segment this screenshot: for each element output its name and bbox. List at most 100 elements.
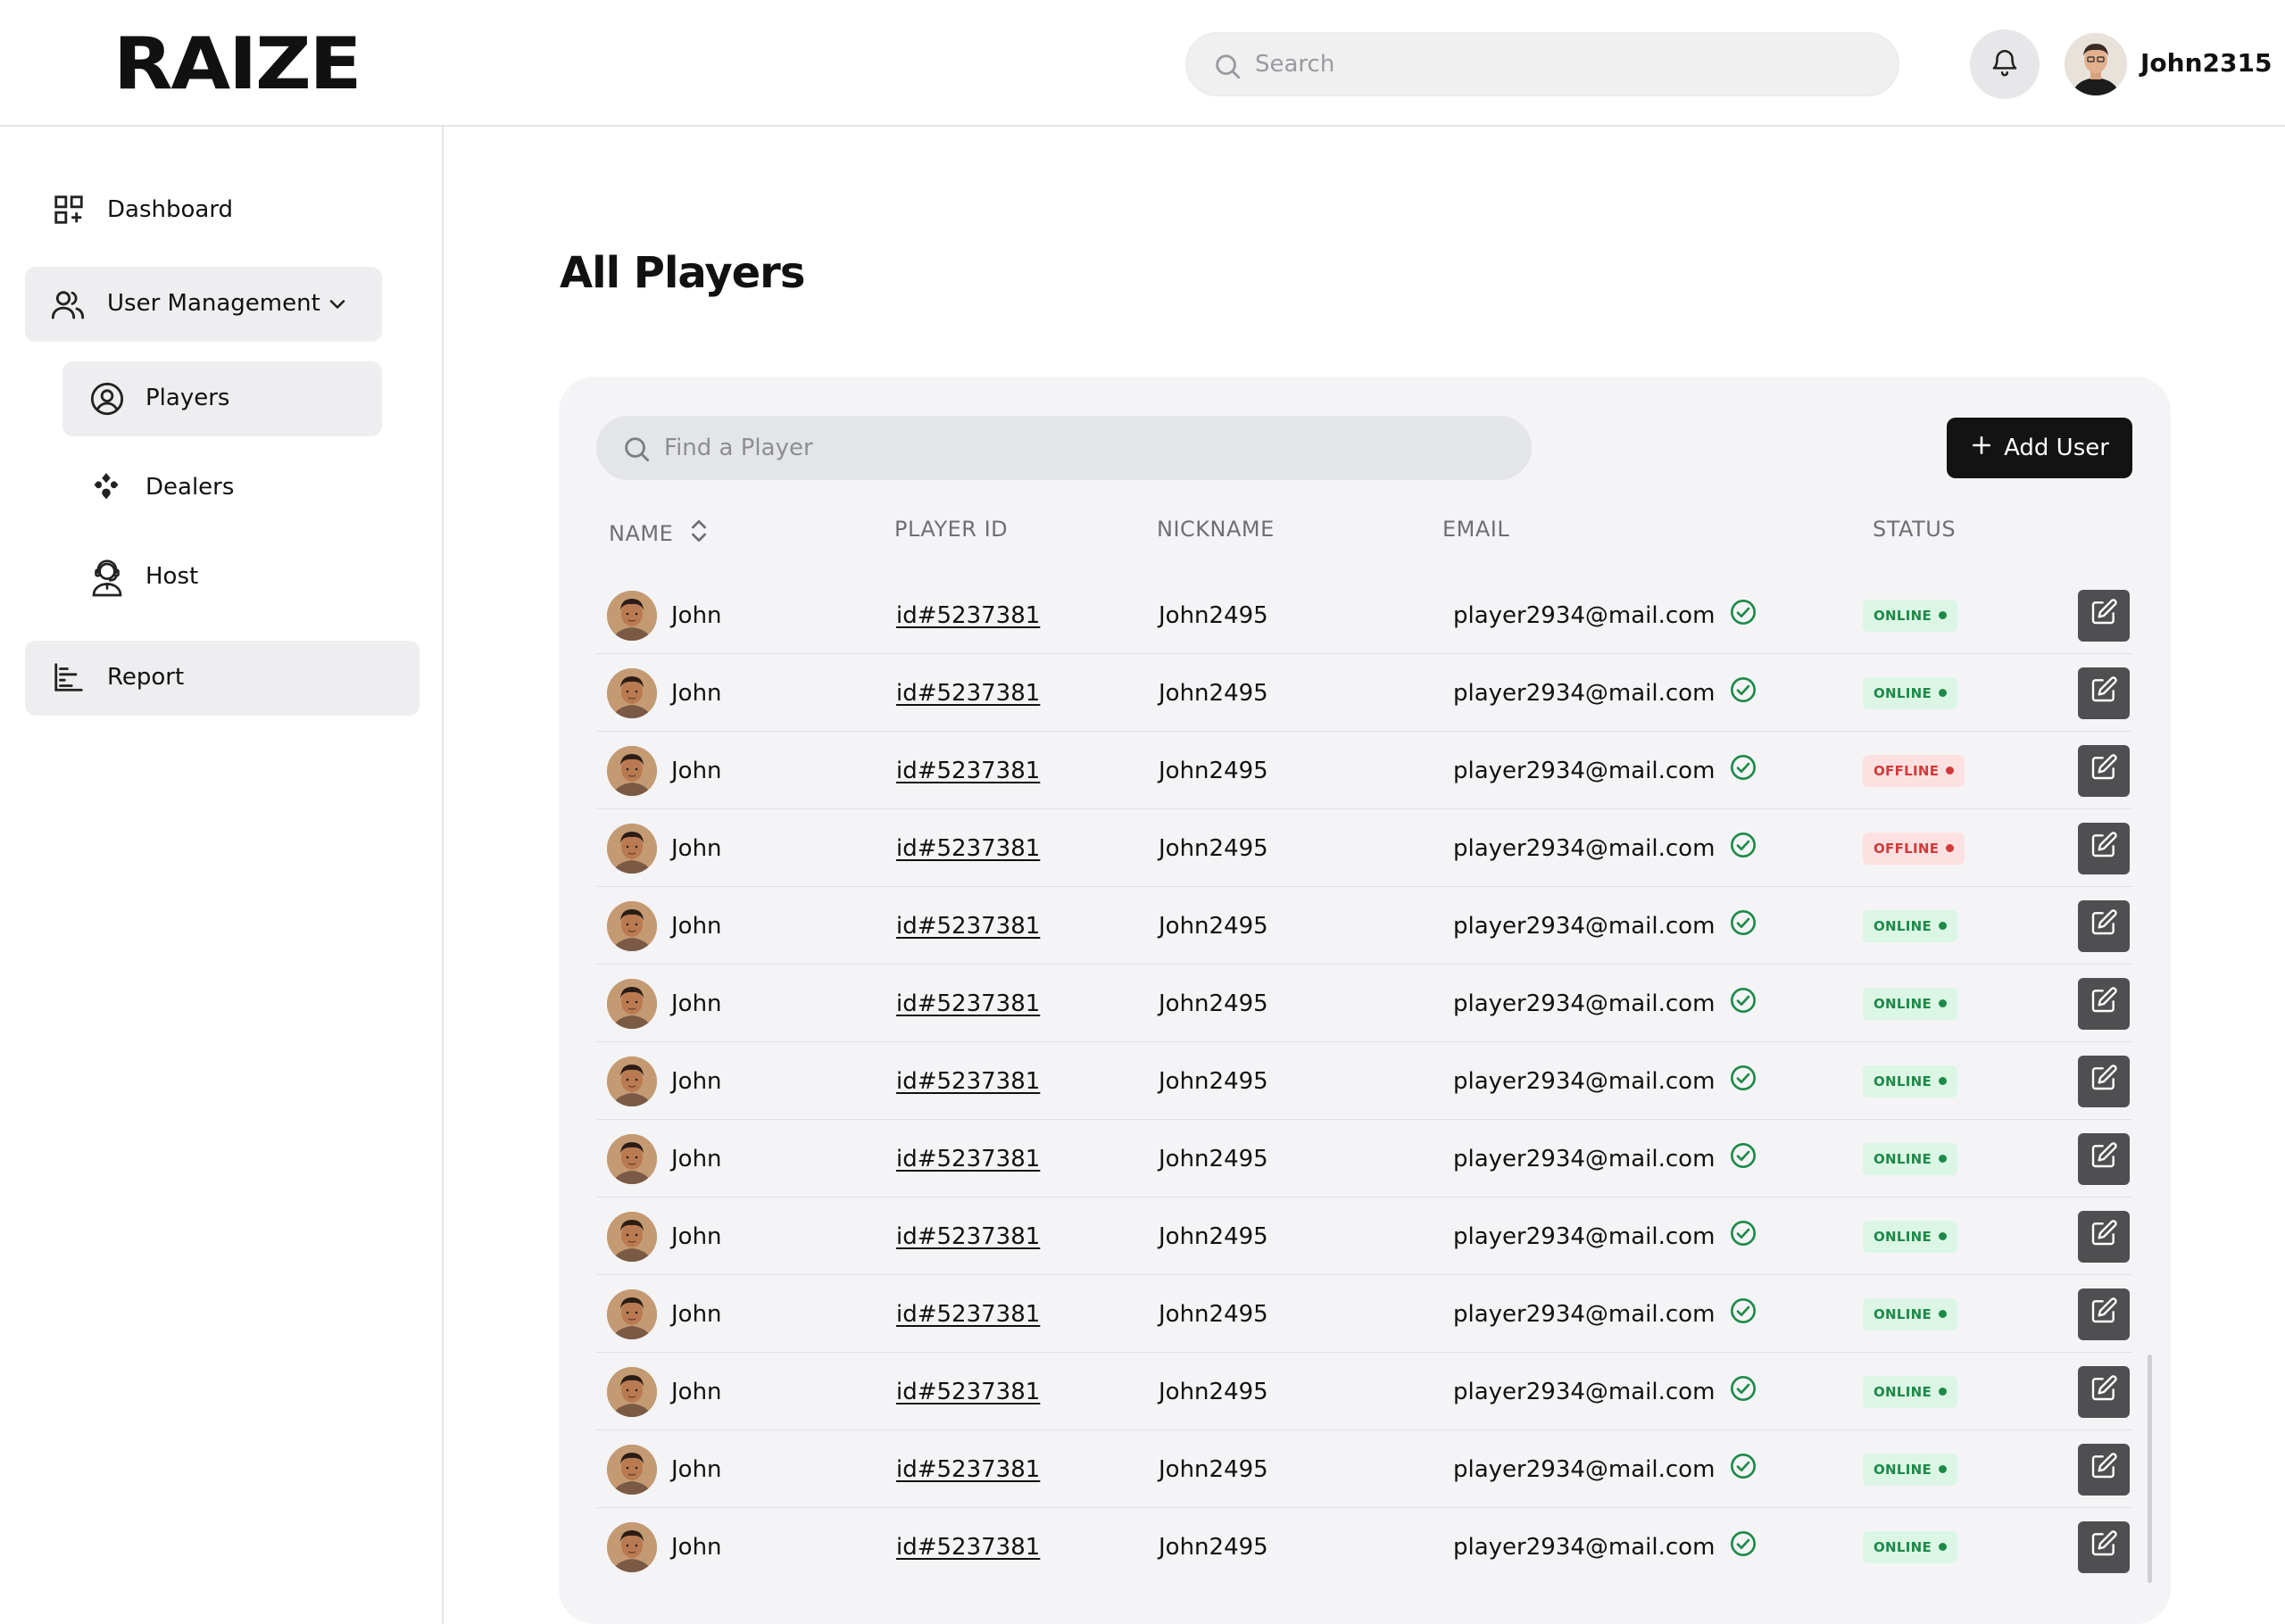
table-row[interactable]: John id#5237381 John2495 player2934@mail… xyxy=(596,1508,2132,1586)
player-name: John xyxy=(671,1145,722,1172)
status-label: ONLINE xyxy=(1874,1073,1932,1090)
raize-logo[interactable]: RAIZE xyxy=(113,29,362,100)
player-nickname: John2495 xyxy=(1159,1145,1268,1172)
sidebar-item-report[interactable]: Report xyxy=(25,641,420,716)
users-icon xyxy=(50,286,86,322)
player-id-link[interactable]: id#5237381 xyxy=(896,809,1040,887)
player-email: player2934@mail.com xyxy=(1453,1455,1716,1483)
table-row[interactable]: John id#5237381 John2495 player2934@mail… xyxy=(596,1042,2132,1120)
table-row[interactable]: John id#5237381 John2495 player2934@mail… xyxy=(596,1430,2132,1508)
edit-player-button[interactable] xyxy=(2078,1520,2130,1573)
status-badge: ONLINE xyxy=(1863,1220,1958,1253)
player-id-link[interactable]: id#5237381 xyxy=(896,732,1040,809)
table-row[interactable]: John id#5237381 John2495 player2934@mail… xyxy=(596,1197,2132,1275)
table-row[interactable]: John id#5237381 John2495 player2934@mail… xyxy=(596,654,2132,732)
sort-icon[interactable] xyxy=(689,517,709,551)
player-id-link[interactable]: id#5237381 xyxy=(896,1275,1040,1353)
status-badge: ONLINE xyxy=(1863,1453,1958,1486)
status-dot xyxy=(1939,611,1948,619)
table-row[interactable]: John id#5237381 John2495 player2934@mail… xyxy=(596,965,2132,1042)
username-label[interactable]: John2315 xyxy=(2140,48,2272,78)
edit-player-button[interactable] xyxy=(2078,977,2130,1030)
edit-player-button[interactable] xyxy=(2078,822,2130,874)
find-player-input[interactable] xyxy=(664,416,1503,480)
table-row[interactable]: John id#5237381 John2495 player2934@mail… xyxy=(596,732,2132,809)
player-avatar xyxy=(607,1211,657,1262)
edit-player-button[interactable] xyxy=(2078,589,2130,642)
column-header-name[interactable]: NAME xyxy=(609,517,709,551)
status-dot xyxy=(1939,1465,1948,1473)
report-icon xyxy=(52,660,86,694)
search-input[interactable] xyxy=(1255,34,1880,95)
player-id-link[interactable]: id#5237381 xyxy=(896,1430,1040,1508)
table-scrollbar[interactable] xyxy=(2148,1355,2152,1583)
sidebar-item-host[interactable]: Host xyxy=(62,540,382,615)
player-nickname: John2495 xyxy=(1159,757,1268,784)
player-id-link[interactable]: id#5237381 xyxy=(896,1120,1040,1197)
table-row[interactable]: John id#5237381 John2495 player2934@mail… xyxy=(596,1120,2132,1197)
find-player-search[interactable] xyxy=(596,416,1532,480)
status-label: ONLINE xyxy=(1874,1228,1932,1245)
notifications-button[interactable] xyxy=(1970,29,2040,99)
player-avatar xyxy=(607,1056,657,1106)
table-row[interactable]: John id#5237381 John2495 player2934@mail… xyxy=(596,887,2132,965)
sidebar-item-user-management[interactable]: User Management xyxy=(25,267,382,342)
status-badge: ONLINE xyxy=(1863,599,1958,632)
table-row[interactable]: John id#5237381 John2495 player2934@mail… xyxy=(596,1353,2132,1430)
player-id-link[interactable]: id#5237381 xyxy=(896,576,1040,654)
player-id-link[interactable]: id#5237381 xyxy=(896,1042,1040,1120)
player-nickname: John2495 xyxy=(1159,601,1268,629)
player-id-link[interactable]: id#5237381 xyxy=(896,1197,1040,1275)
table-row[interactable]: John id#5237381 John2495 player2934@mail… xyxy=(596,576,2132,654)
edit-player-button[interactable] xyxy=(2078,1210,2130,1263)
verified-check-icon xyxy=(1729,908,1757,943)
player-email: player2934@mail.com xyxy=(1453,834,1716,862)
sidebar-item-players[interactable]: Players xyxy=(62,361,382,436)
status-label: ONLINE xyxy=(1874,1383,1932,1400)
sidebar: Dashboard User Management Players Dealer… xyxy=(0,127,444,1624)
player-nickname: John2495 xyxy=(1159,1533,1268,1561)
player-id-link[interactable]: id#5237381 xyxy=(896,1353,1040,1430)
global-search[interactable] xyxy=(1185,32,1899,96)
column-header-player-id: PLAYER ID xyxy=(894,517,1009,542)
table-row[interactable]: John id#5237381 John2495 player2934@mail… xyxy=(596,1275,2132,1353)
status-label: ONLINE xyxy=(1874,1150,1932,1167)
status-badge: ONLINE xyxy=(1863,987,1958,1020)
edit-player-button[interactable] xyxy=(2078,1055,2130,1107)
sidebar-item-label: Players xyxy=(145,385,230,411)
status-badge: ONLINE xyxy=(1863,1530,1958,1563)
add-user-button[interactable]: Add User xyxy=(1947,418,2132,478)
sidebar-item-label: Dealers xyxy=(145,474,235,501)
status-badge: ONLINE xyxy=(1863,1297,1958,1330)
plus-icon xyxy=(1970,434,1993,463)
edit-player-button[interactable] xyxy=(2078,667,2130,719)
status-label: ONLINE xyxy=(1874,917,1932,934)
edit-player-button[interactable] xyxy=(2078,1132,2130,1185)
table-row[interactable]: John id#5237381 John2495 player2934@mail… xyxy=(596,809,2132,887)
player-name: John xyxy=(671,601,722,629)
status-label: OFFLINE xyxy=(1874,762,1940,779)
player-id-link[interactable]: id#5237381 xyxy=(896,965,1040,1042)
player-id-link[interactable]: id#5237381 xyxy=(896,654,1040,732)
edit-player-button[interactable] xyxy=(2078,744,2130,797)
profile-avatar[interactable] xyxy=(2065,33,2127,95)
player-avatar xyxy=(607,1133,657,1184)
search-icon xyxy=(621,434,652,468)
sidebar-item-dashboard[interactable]: Dashboard xyxy=(25,173,382,248)
status-dot xyxy=(1939,689,1948,697)
status-badge: OFFLINE xyxy=(1863,832,1965,865)
chevron-down-icon[interactable] xyxy=(325,292,350,317)
sidebar-item-dealers[interactable]: Dealers xyxy=(62,451,382,526)
edit-player-button[interactable] xyxy=(2078,1443,2130,1496)
edit-player-button[interactable] xyxy=(2078,1288,2130,1340)
player-nickname: John2495 xyxy=(1159,1455,1268,1483)
player-id-link[interactable]: id#5237381 xyxy=(896,1508,1040,1586)
edit-player-button[interactable] xyxy=(2078,1365,2130,1418)
player-name: John xyxy=(671,834,722,862)
player-name: John xyxy=(671,1533,722,1561)
edit-icon xyxy=(2090,1529,2118,1564)
status-badge: ONLINE xyxy=(1863,1065,1958,1098)
edit-player-button[interactable] xyxy=(2078,899,2130,952)
player-id-link[interactable]: id#5237381 xyxy=(896,887,1040,965)
player-avatar xyxy=(607,1521,657,1572)
